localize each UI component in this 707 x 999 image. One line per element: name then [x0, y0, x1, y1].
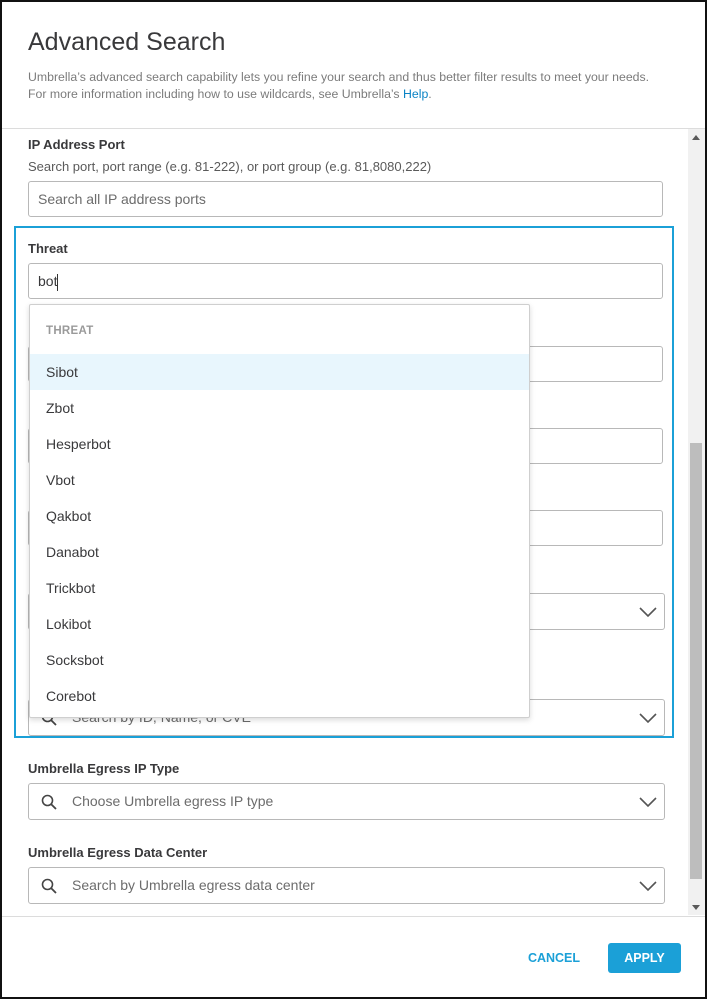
vertical-scrollbar[interactable]: [688, 129, 705, 915]
egress-data-center-label: Umbrella Egress Data Center: [28, 845, 208, 860]
description-line-1: Umbrella’s advanced search capability le…: [28, 70, 650, 84]
chevron-down-icon: [639, 607, 657, 618]
cancel-button[interactable]: CANCEL: [514, 943, 594, 973]
dropdown-header: THREAT: [46, 325, 94, 337]
dropdown-item-hesperbot[interactable]: Hesperbot: [30, 426, 529, 462]
dropdown-item-qakbot[interactable]: Qakbot: [30, 498, 529, 534]
dropdown-item-vbot[interactable]: Vbot: [30, 462, 529, 498]
dropdown-item-socksbot[interactable]: Socksbot: [30, 642, 529, 678]
egress-ip-type-select[interactable]: Choose Umbrella egress IP type: [28, 783, 665, 820]
help-link[interactable]: Help: [403, 87, 428, 101]
chevron-down-icon: [639, 797, 657, 808]
egress-data-center-placeholder: Search by Umbrella egress data center: [72, 877, 315, 893]
apply-button[interactable]: APPLY: [608, 943, 681, 973]
advanced-search-dialog: Advanced Search Umbrella’s advanced sear…: [0, 0, 707, 999]
egress-ip-type-placeholder: Choose Umbrella egress IP type: [72, 793, 274, 809]
text-cursor: [57, 273, 59, 291]
dialog-title: Advanced Search: [28, 28, 226, 56]
threat-input-value: bot: [38, 273, 58, 289]
ip-port-label: IP Address Port: [28, 137, 125, 152]
chevron-down-icon: [639, 713, 657, 724]
scroll-up-arrow-icon[interactable]: [692, 135, 700, 140]
ip-port-hint: Search port, port range (e.g. 81-222), o…: [28, 159, 432, 174]
search-icon: [41, 878, 57, 894]
chevron-down-icon: [639, 881, 657, 892]
dropdown-item-danabot[interactable]: Danabot: [30, 534, 529, 570]
dialog-header: Advanced Search Umbrella’s advanced sear…: [2, 2, 705, 129]
ip-port-placeholder: Search all IP address ports: [38, 191, 206, 207]
threat-input[interactable]: bot: [28, 263, 663, 299]
ip-port-input[interactable]: Search all IP address ports: [28, 181, 663, 217]
scrollbar-thumb[interactable]: [690, 443, 702, 879]
dropdown-item-corebot[interactable]: Corebot: [30, 678, 529, 714]
search-icon: [41, 794, 57, 810]
dialog-description: Umbrella’s advanced search capability le…: [28, 69, 678, 103]
scroll-down-arrow-icon[interactable]: [692, 905, 700, 910]
threat-label: Threat: [28, 241, 68, 256]
dropdown-item-lokibot[interactable]: Lokibot: [30, 606, 529, 642]
egress-ip-type-label: Umbrella Egress IP Type: [28, 761, 180, 776]
dropdown-item-sibot[interactable]: Sibot: [30, 354, 529, 390]
help-suffix: .: [428, 87, 432, 101]
description-line-2: For more information including how to us…: [28, 87, 400, 101]
dialog-scroll-content: IP Address Port Search port, port range …: [2, 129, 688, 915]
egress-data-center-select[interactable]: Search by Umbrella egress data center: [28, 867, 665, 904]
dialog-footer: CANCEL APPLY: [2, 916, 705, 997]
dropdown-item-zbot[interactable]: Zbot: [30, 390, 529, 426]
threat-suggestions-dropdown: THREAT Sibot Zbot Hesperbot Vbot Qakbot …: [29, 304, 530, 718]
dropdown-item-trickbot[interactable]: Trickbot: [30, 570, 529, 606]
